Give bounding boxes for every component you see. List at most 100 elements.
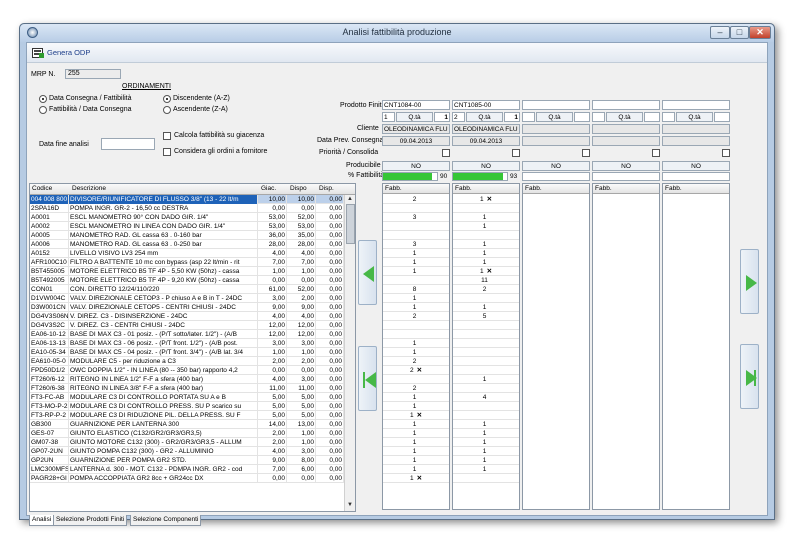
next-button[interactable] bbox=[740, 249, 759, 314]
last-button[interactable] bbox=[740, 344, 759, 409]
col-giac[interactable]: Giac. bbox=[261, 185, 276, 192]
table-row[interactable]: A0001 ESCL MANOMETRO 90° CON DADO GIR. 1/… bbox=[30, 213, 344, 222]
qta-value[interactable]: 1 bbox=[434, 112, 450, 122]
table-cell: ESCL MANOMETRO 90° CON DADO GIR. 1/4" bbox=[69, 213, 258, 222]
genera-odp-button[interactable]: Genera ODP bbox=[30, 46, 90, 60]
tab-analisi[interactable]: Analisi bbox=[29, 515, 55, 526]
tab-selezione-prodotti[interactable]: Selezione Prodotti Finiti bbox=[53, 515, 128, 526]
table-row[interactable]: DG4V3S2C V. DIREZ. C3 - CENTRI CHIUSI - 2… bbox=[30, 321, 344, 330]
fabb-cell: 2 bbox=[383, 312, 449, 321]
scroll-down-icon[interactable]: ▼ bbox=[347, 502, 353, 508]
fabb-value: 8 bbox=[412, 286, 417, 293]
fabb-value: 1 bbox=[482, 421, 487, 428]
qta-value[interactable] bbox=[644, 112, 660, 122]
fabb-cell: 1 bbox=[383, 402, 449, 411]
table-row[interactable]: D3W001CN VALV. DIREZIONALE CETOP5 - CENTR… bbox=[30, 303, 344, 312]
components-grid[interactable]: Codice Descrizione Giac. Dispo Disp. 004… bbox=[29, 183, 356, 512]
qta-value[interactable] bbox=[714, 112, 730, 122]
product-code-field[interactable] bbox=[662, 100, 730, 110]
close-button[interactable]: ✕ bbox=[749, 26, 771, 39]
maximize-button[interactable]: □ bbox=[730, 26, 749, 39]
fabb-value: 1 bbox=[482, 448, 487, 455]
fabb-column[interactable]: Fabb. bbox=[662, 183, 730, 510]
col-descrizione[interactable]: Descrizione bbox=[72, 185, 106, 192]
table-row[interactable]: FT3-FC-AB MODULARE C3 DI CONTROLLO PORTAT… bbox=[30, 393, 344, 402]
product-qty-field[interactable] bbox=[522, 112, 535, 122]
qta-value[interactable] bbox=[574, 112, 590, 122]
priorita-checkbox[interactable] bbox=[582, 149, 590, 157]
product-code-field[interactable]: CNT1085-00 bbox=[452, 100, 520, 110]
table-row[interactable]: FT3-MO-P-2 MODULARE C3 DI CONTROLLO PRESS… bbox=[30, 402, 344, 411]
table-row[interactable]: FT3-RP-P-2 MODULARE C3 DI RIDUZIONE PIL. … bbox=[30, 411, 344, 420]
fabb-column[interactable]: Fabb. 1 ✕ 1 1 1 1 1 1 ✕ 11 2 1 5 1 4 1 1 1 1 1 1 bbox=[452, 183, 520, 510]
table-row[interactable]: A0152 LIVELLO VISIVO LV3 254 mm 4,00 4,00 0,… bbox=[30, 249, 344, 258]
first-button[interactable] bbox=[358, 346, 377, 411]
table-row[interactable]: 004 008 800 DIVISORE/RIUNIFICATORE DI FLU… bbox=[30, 195, 344, 204]
fabb-value: 1 bbox=[412, 268, 417, 275]
table-cell: 1,00 bbox=[258, 267, 287, 276]
table-cell: 3,00 bbox=[258, 294, 287, 303]
table-row[interactable]: A0006 MANOMETRO RAD. GL cassa 63 . 0-250 … bbox=[30, 240, 344, 249]
fabb-cell: 4 bbox=[453, 393, 519, 402]
table-row[interactable]: FT260/6-12 RITEGNO IN LINEA 1/2" F-F a sf… bbox=[30, 375, 344, 384]
product-qty-field[interactable]: 2 bbox=[452, 112, 465, 122]
table-row[interactable]: PAGR28+GI POMPA ACCOPPIATA GR2 8cc + GR24… bbox=[30, 474, 344, 483]
data-fine-input[interactable] bbox=[101, 138, 155, 150]
table-row[interactable]: EA610-05-0 MODULARE C5 - per riduzione a … bbox=[30, 357, 344, 366]
check-fornitore[interactable] bbox=[163, 148, 171, 156]
priorita-checkbox[interactable] bbox=[722, 149, 730, 157]
table-row[interactable]: FT260/6-38 RITEGNO IN LINEA 3/8" F-F a sf… bbox=[30, 384, 344, 393]
table-row[interactable]: EA10-05-34 BASE DI MAX C5 - 04 posiz. - (… bbox=[30, 348, 344, 357]
fabb-column[interactable]: Fabb. bbox=[522, 183, 590, 510]
col-codice[interactable]: Codice bbox=[32, 185, 52, 192]
priorita-checkbox[interactable] bbox=[442, 149, 450, 157]
radio-fattibilita[interactable] bbox=[39, 106, 47, 114]
table-row[interactable]: LMC300MFS LANTERNA d. 300 - MOT. C132 - P… bbox=[30, 465, 344, 474]
table-row[interactable]: GES-07 GIUNTO ELASTICO (C132/GR2/GR3/GR3,… bbox=[30, 429, 344, 438]
qta-value[interactable]: 1 bbox=[504, 112, 520, 122]
prev-button[interactable] bbox=[358, 240, 377, 305]
product-qty-field[interactable] bbox=[592, 112, 605, 122]
fabb-column[interactable]: Fabb. bbox=[592, 183, 660, 510]
col-dispo[interactable]: Dispo bbox=[290, 185, 307, 192]
radio-data-consegna[interactable] bbox=[39, 95, 47, 103]
tab-selezione-componenti[interactable]: Selezione Componenti bbox=[130, 515, 202, 526]
scroll-thumb[interactable] bbox=[346, 204, 355, 244]
fabb-column[interactable]: Fabb. 2 3 3 1 1 1 8 1 1 2 1 1 2 2 ✕ 2 1 1 1 ✕ 1 1 1 1 1 1 1 ✕ bbox=[382, 183, 450, 510]
product-qty-field[interactable] bbox=[662, 112, 675, 122]
table-row[interactable]: 2SPA16D POMPA INGR. GR-2 - 16,50 cc DESTR… bbox=[30, 204, 344, 213]
product-qty-field[interactable]: 1 bbox=[382, 112, 395, 122]
table-row[interactable]: GB300 GUARNIZIONE PER LANTERNA 300 14,00 13… bbox=[30, 420, 344, 429]
table-row[interactable]: GP07-2UN GIUNTO POMPA C132 (300) - GR2 - … bbox=[30, 447, 344, 456]
table-cell: 0,00 bbox=[316, 204, 344, 213]
table-row[interactable]: B5T492005 MOTORE ELETTRICO B5 TF 4P - 9,2… bbox=[30, 276, 344, 285]
table-row[interactable]: B5T455005 MOTORE ELETTRICO B5 TF 4P - 5,5… bbox=[30, 267, 344, 276]
table-row[interactable]: GM07-38 GIUNTO MOTORE C132 (300) - GR2/GR… bbox=[30, 438, 344, 447]
table-row[interactable]: EA06-13-13 BASE DI MAX C3 - 06 posiz. - (… bbox=[30, 339, 344, 348]
radio-ascendente[interactable] bbox=[163, 106, 171, 114]
table-cell: MOTORE ELETTRICO B5 TF 4P - 5,50 KW (50h… bbox=[69, 267, 258, 276]
table-row[interactable]: A0002 ESCL MANOMETRO IN LINEA CON DADO GI… bbox=[30, 222, 344, 231]
table-row[interactable]: D1VW004C VALV. DIREZIONALE CETOP3 - P chi… bbox=[30, 294, 344, 303]
table-row[interactable]: A0005 MANOMETRO RAD. GL cassa 63 . 0-160 … bbox=[30, 231, 344, 240]
product-code-field[interactable] bbox=[592, 100, 660, 110]
product-code-field[interactable] bbox=[522, 100, 590, 110]
table-row[interactable]: CON01 CON. DIRETTO 12/24/110/220 61,00 52,0… bbox=[30, 285, 344, 294]
col-disp[interactable]: Disp. bbox=[319, 185, 334, 192]
priorita-checkbox[interactable] bbox=[652, 149, 660, 157]
fabb-cell: 1 bbox=[383, 420, 449, 429]
radio-discendente[interactable] bbox=[163, 95, 171, 103]
minimize-button[interactable]: – bbox=[710, 26, 730, 39]
scroll-up-icon[interactable]: ▲ bbox=[347, 196, 353, 202]
grid-scrollbar[interactable]: ▲ ▼ bbox=[344, 195, 355, 511]
product-code-field[interactable]: CNT1084-00 bbox=[382, 100, 450, 110]
table-cell: 52,00 bbox=[287, 213, 316, 222]
priorita-checkbox[interactable] bbox=[512, 149, 520, 157]
table-row[interactable]: DG4V3S06N V. DIREZ. C3 - DISINSERZIONE - … bbox=[30, 312, 344, 321]
table-row[interactable]: AFR100C10 FILTRO A BATTENTE 10 mc con byp… bbox=[30, 258, 344, 267]
table-row[interactable]: GP2UN GUARNIZIONE PER POMPA GR2 STD. 9,00 8… bbox=[30, 456, 344, 465]
table-row[interactable]: EA06-10-12 BASE DI MAX C3 - 01 posiz. - (… bbox=[30, 330, 344, 339]
table-row[interactable]: FPD50D1/2 OWC DOPPIA 1/2" - IN LINEA (80 … bbox=[30, 366, 344, 375]
check-giacenza[interactable] bbox=[163, 132, 171, 140]
mrp-field[interactable]: 255 bbox=[65, 69, 121, 79]
